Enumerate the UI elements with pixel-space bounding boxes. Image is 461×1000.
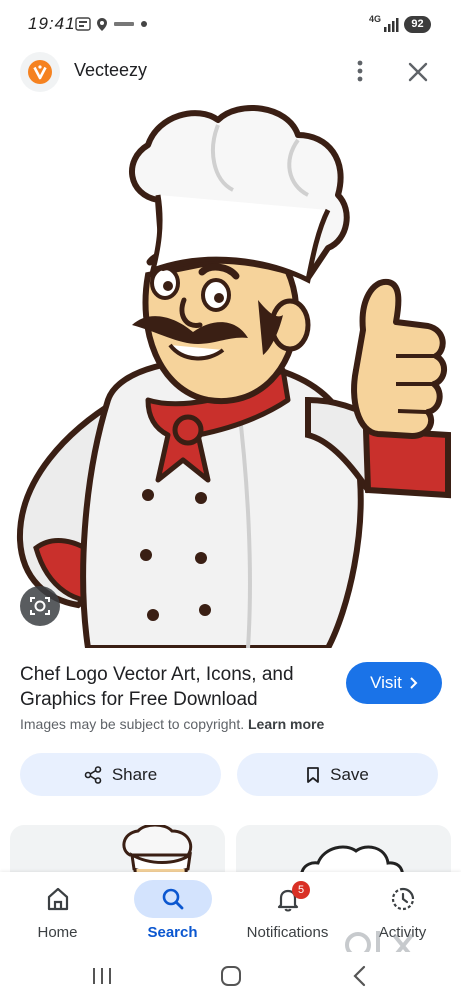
visit-button[interactable]: Visit — [346, 662, 442, 704]
share-icon — [84, 765, 102, 784]
chevron-right-icon — [410, 677, 418, 689]
notification-badge: 5 — [292, 881, 310, 899]
chef-illustration — [16, 105, 451, 648]
more-vert-icon[interactable] — [347, 56, 373, 86]
share-label: Share — [111, 764, 158, 784]
site-title[interactable]: Vecteezy — [74, 60, 147, 81]
network-type: 4G — [369, 14, 382, 24]
save-label: Save — [330, 764, 369, 784]
notification-app-icon — [75, 17, 91, 31]
chef-image[interactable] — [8, 100, 453, 648]
back-button-icon[interactable] — [346, 962, 374, 990]
home-icon — [47, 887, 68, 911]
nav-search[interactable]: Search — [115, 872, 230, 952]
nav-notifications-label: Notifications — [246, 924, 329, 941]
activity-icon — [391, 887, 414, 911]
system-navigation-bar — [0, 952, 461, 1000]
nav-notifications[interactable]: 5 Notifications — [230, 872, 345, 952]
save-button[interactable]: Save — [237, 753, 438, 796]
visit-label: Visit — [370, 673, 402, 692]
notification-dot-icon — [141, 21, 147, 27]
share-button[interactable]: Share — [20, 753, 221, 796]
notification-app-icon — [114, 22, 134, 26]
search-icon — [162, 888, 183, 910]
status-time: 19:41 — [28, 14, 76, 33]
copyright-notice: Images may be subject to copyright. Lear… — [20, 716, 324, 732]
learn-more-link[interactable]: Learn more — [248, 716, 324, 732]
battery-level: 92 — [404, 16, 431, 33]
nav-home[interactable]: Home — [0, 872, 115, 952]
bottom-navigation: Home Search 5 Notifications Activity — [0, 872, 461, 959]
nav-home-label: Home — [37, 924, 78, 941]
vecteezy-logo-icon[interactable] — [20, 52, 60, 92]
status-bar: 19:41 4G 92 — [0, 0, 461, 48]
result-title[interactable]: Chef Logo Vector Art, Icons, and Graphic… — [20, 662, 340, 712]
page-header: Vecteezy — [0, 48, 461, 96]
copyright-text: Images may be subject to copyright. — [20, 716, 245, 732]
recent-apps-icon[interactable] — [88, 962, 116, 990]
signal-icon — [384, 18, 399, 32]
location-icon — [97, 18, 107, 31]
home-button-icon[interactable] — [217, 962, 245, 990]
close-icon[interactable] — [404, 58, 432, 86]
lens-search-icon[interactable] — [20, 586, 60, 626]
bookmark-icon — [307, 766, 320, 783]
nav-search-label: Search — [147, 924, 198, 941]
